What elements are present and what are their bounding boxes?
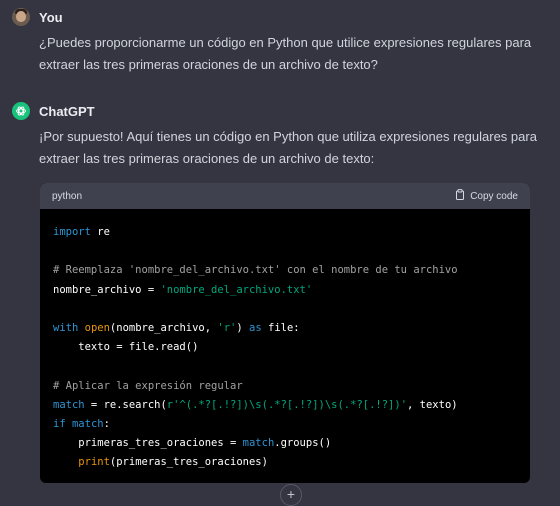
copy-code-label: Copy code: [470, 190, 518, 202]
code-token: (primeras_tres_oraciones): [109, 456, 268, 469]
user-message: You ¿Puedes proporcionarme un código en …: [12, 8, 550, 76]
code-language: python: [52, 190, 83, 202]
user-avatar: [12, 8, 30, 26]
code-token: import: [53, 226, 91, 238]
code-token: .groups(): [274, 437, 332, 450]
code-token: match: [53, 398, 85, 411]
code-token: re: [90, 226, 110, 238]
code-token: primeras_tres_oraciones =: [53, 437, 243, 450]
code-header: python Copy code: [40, 183, 530, 209]
code-token: nombre_archivo =: [53, 283, 161, 296]
code-token: (nombre_archivo,: [109, 322, 218, 335]
code-token: ): [236, 322, 250, 335]
code-token: as: [249, 322, 262, 335]
code-token: match: [242, 437, 275, 450]
code-token: = re.search(: [84, 398, 167, 411]
code-token: with: [53, 322, 79, 335]
code-string: r'^(.*?[.!?])\s(.*?[.!?])\s(.*?[.!?])': [166, 398, 408, 411]
code-token: match: [71, 418, 104, 431]
assistant-message-text: ¡Por supuesto! Aquí tienes un código en …: [39, 129, 537, 166]
code-comment: # Reemplaza 'nombre_del_archivo.txt' con…: [53, 264, 458, 277]
code-token: texto = file.read(): [53, 341, 199, 354]
code-string: 'r': [217, 322, 237, 335]
user-name: You: [39, 9, 63, 25]
openai-logo-icon: [12, 102, 30, 120]
plus-icon[interactable]: +: [280, 484, 302, 506]
copy-code-button[interactable]: Copy code: [455, 189, 518, 203]
code-token: , texto): [407, 398, 458, 411]
code-content[interactable]: import re # Reemplaza 'nombre_del_archiv…: [40, 209, 530, 483]
code-token: print: [78, 456, 110, 469]
clipboard-icon: [455, 189, 465, 203]
code-token: file:: [261, 322, 300, 335]
code-comment: # Aplicar la expresión regular: [53, 379, 243, 392]
code-token: open: [84, 322, 110, 335]
assistant-message: ChatGPT ¡Por supuesto! Aquí tienes un có…: [12, 102, 550, 170]
code-block: python Copy code import re # Reemplaza '…: [40, 183, 530, 483]
user-message-text: ¿Puedes proporcionarme un código en Pyth…: [39, 35, 532, 72]
code-token: if: [53, 418, 66, 431]
assistant-name: ChatGPT: [39, 103, 95, 119]
code-string: 'nombre_del_archivo.txt': [160, 283, 313, 296]
code-token: :: [103, 418, 110, 431]
